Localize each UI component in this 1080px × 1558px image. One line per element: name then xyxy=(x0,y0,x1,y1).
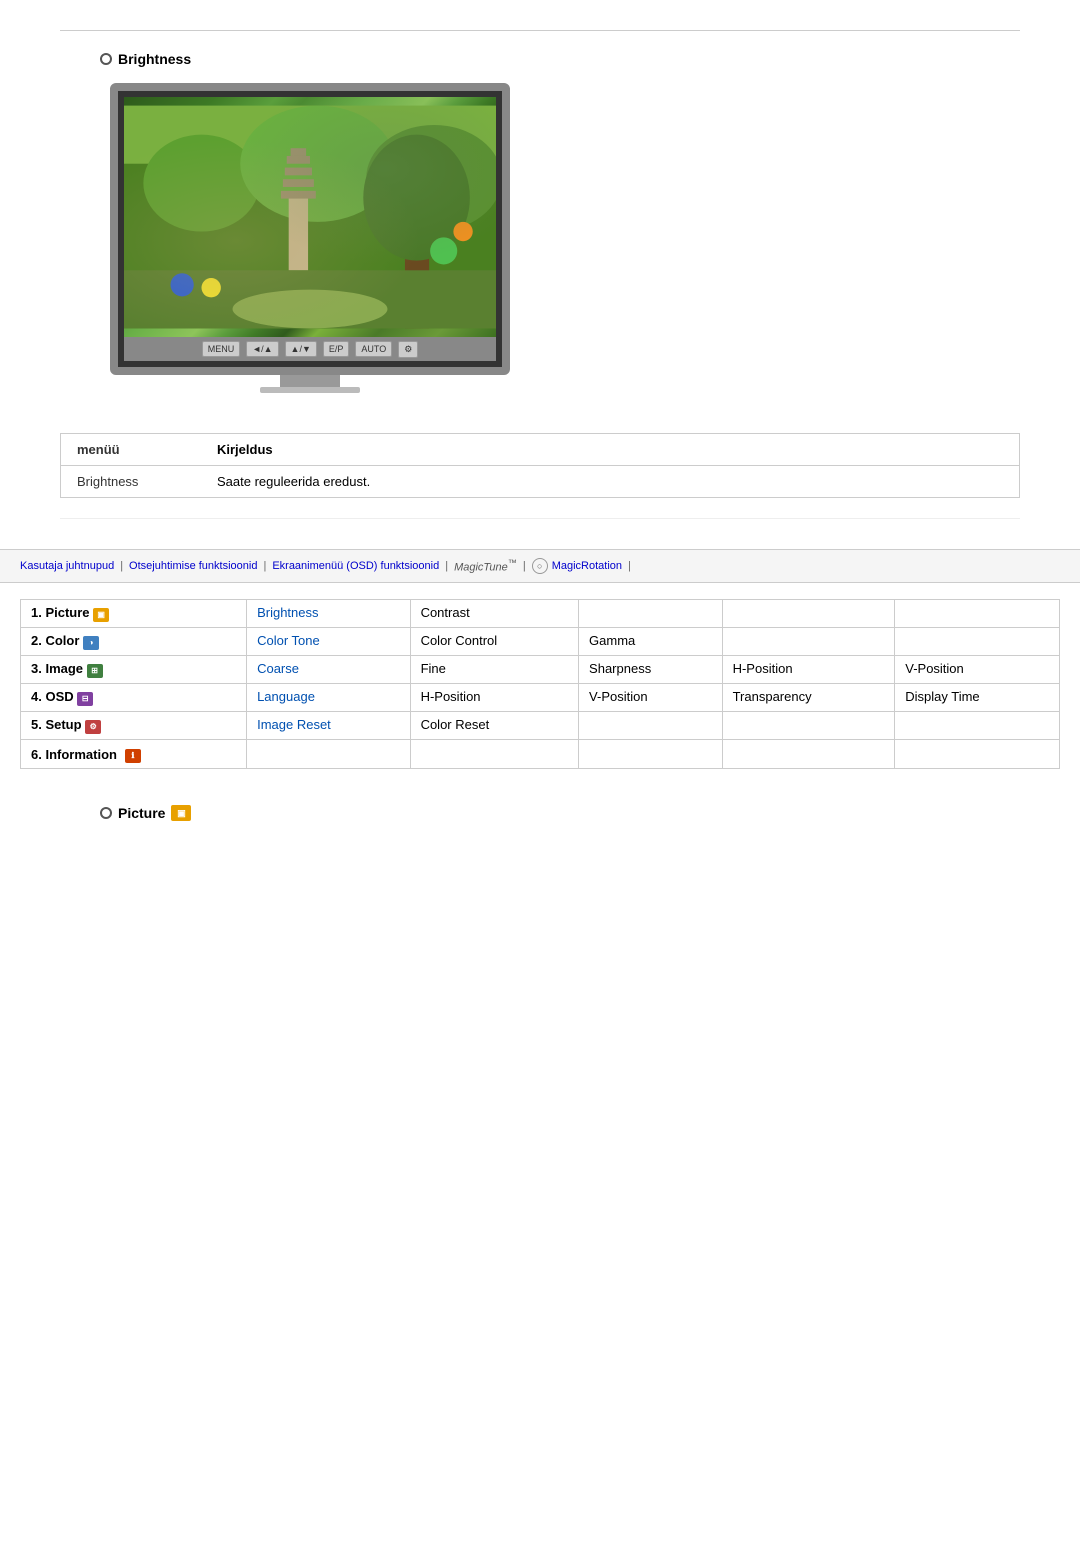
row-label-1: 1. Picture ▣ xyxy=(21,600,247,628)
cell-empty-2 xyxy=(722,600,895,628)
cell-h-position-osd[interactable]: H-Position xyxy=(410,684,578,712)
image-icon: ⊞ xyxy=(87,664,103,678)
nav-item-direct-control[interactable]: Otsejuhtimise funktsioonid xyxy=(129,560,257,572)
nav-button-1[interactable]: ◄/▲ xyxy=(246,341,278,357)
cell-v-position[interactable]: V-Position xyxy=(895,656,1060,684)
osd-menu-table: 1. Picture ▣ Brightness Contrast 2. Colo… xyxy=(20,599,1060,769)
monitor-frame: MENU ◄/▲ ▲/▼ E/P AUTO ⚙ xyxy=(110,83,510,375)
info-icon: ℹ xyxy=(125,749,141,763)
cell-empty-8 xyxy=(895,712,1060,740)
cell-coarse[interactable]: Coarse xyxy=(247,656,410,684)
ep-button[interactable]: E/P xyxy=(323,341,350,357)
nav-button-2[interactable]: ▲/▼ xyxy=(285,341,317,357)
osd-menu-table-section: 1. Picture ▣ Brightness Contrast 2. Colo… xyxy=(20,599,1060,769)
table-row: 2. Color ◑ Color Tone Color Control Gamm… xyxy=(21,628,1060,656)
col-header-menu: menüü xyxy=(61,434,201,466)
picture-section-label: Picture ▣ xyxy=(0,785,1080,841)
cell-empty-3 xyxy=(895,600,1060,628)
cell-empty-6 xyxy=(579,712,723,740)
radio-icon xyxy=(100,53,112,65)
nav-item-magicrotation[interactable]: MagicRotation xyxy=(552,560,622,572)
color-icon: ◑ xyxy=(83,636,99,650)
cell-empty-5 xyxy=(895,628,1060,656)
menu-item-brightness: Brightness xyxy=(61,466,201,498)
menu-button[interactable]: MENU xyxy=(202,341,241,357)
nav-item-user-buttons[interactable]: Kasutaja juhtnupud xyxy=(20,560,114,572)
brightness-heading: Brightness xyxy=(100,51,1020,67)
cell-v-position-osd[interactable]: V-Position xyxy=(579,684,723,712)
table-row: 5. Setup ⚙ Image Reset Color Reset xyxy=(21,712,1060,740)
row-label-4: 4. OSD ⊟ xyxy=(21,684,247,712)
monitor-display: MENU ◄/▲ ▲/▼ E/P AUTO ⚙ xyxy=(100,83,520,393)
cell-contrast[interactable]: Contrast xyxy=(410,600,578,628)
cell-color-tone[interactable]: Color Tone xyxy=(247,628,410,656)
menu-desc-brightness: Saate reguleerida eredust. xyxy=(201,466,1019,498)
cell-empty-4 xyxy=(722,628,895,656)
menu-description-table: menüü Kirjeldus Brightness Saate regulee… xyxy=(60,433,1020,498)
osd-icon: ⊟ xyxy=(77,692,93,706)
cell-info-1 xyxy=(247,740,410,769)
monitor-screen xyxy=(124,97,496,337)
monitor-controls: MENU ◄/▲ ▲/▼ E/P AUTO ⚙ xyxy=(124,337,496,361)
cell-transparency[interactable]: Transparency xyxy=(722,684,895,712)
row-label-6: 6. Information ℹ xyxy=(21,740,247,769)
cell-sharpness[interactable]: Sharpness xyxy=(579,656,723,684)
picture-icon: ▣ xyxy=(93,608,109,622)
cell-language[interactable]: Language xyxy=(247,684,410,712)
cell-fine[interactable]: Fine xyxy=(410,656,578,684)
cell-empty-7 xyxy=(722,712,895,740)
cell-h-position[interactable]: H-Position xyxy=(722,656,895,684)
col-header-description: Kirjeldus xyxy=(201,434,1019,466)
table-row: 1. Picture ▣ Brightness Contrast xyxy=(21,600,1060,628)
nav-item-osd[interactable]: Ekraanimenüü (OSD) funktsioonid xyxy=(272,560,439,572)
table-row: 6. Information ℹ xyxy=(21,740,1060,769)
nav-magicrotation-icon: ○ xyxy=(532,558,548,574)
cell-color-reset[interactable]: Color Reset xyxy=(410,712,578,740)
table-row: 4. OSD ⊟ Language H-Position V-Position … xyxy=(21,684,1060,712)
information-label: 6. Information xyxy=(31,747,117,762)
monitor-stand xyxy=(280,375,340,387)
cell-info-2 xyxy=(410,740,578,769)
navigation-bar: Kasutaja juhtnupud | Otsejuhtimise funkt… xyxy=(0,549,1080,583)
table-row: 3. Image ⊞ Coarse Fine Sharpness H-Posit… xyxy=(21,656,1060,684)
auto-button[interactable]: AUTO xyxy=(355,341,392,357)
table-row: Brightness Saate reguleerida eredust. xyxy=(61,466,1019,498)
cell-info-5 xyxy=(895,740,1060,769)
picture-radio-icon xyxy=(100,807,112,819)
cell-display-time[interactable]: Display Time xyxy=(895,684,1060,712)
row-label-3: 3. Image ⊞ xyxy=(21,656,247,684)
cell-brightness[interactable]: Brightness xyxy=(247,600,410,628)
picture-icon-badge: ▣ xyxy=(171,805,191,821)
monitor-base xyxy=(260,387,360,393)
cell-gamma[interactable]: Gamma xyxy=(579,628,723,656)
row-label-2: 2. Color ◑ xyxy=(21,628,247,656)
nav-brand-magictune: MagicTune™ xyxy=(454,558,517,574)
row-label-5: 5. Setup ⚙ xyxy=(21,712,247,740)
screen-image xyxy=(124,97,496,337)
setup-icon: ⚙ xyxy=(85,720,101,734)
settings-button[interactable]: ⚙ xyxy=(398,341,418,358)
cell-empty-1 xyxy=(579,600,723,628)
picture-text: Picture xyxy=(118,805,165,821)
cell-image-reset[interactable]: Image Reset xyxy=(247,712,410,740)
cell-color-control[interactable]: Color Control xyxy=(410,628,578,656)
cell-info-4 xyxy=(722,740,895,769)
cell-info-3 xyxy=(579,740,723,769)
